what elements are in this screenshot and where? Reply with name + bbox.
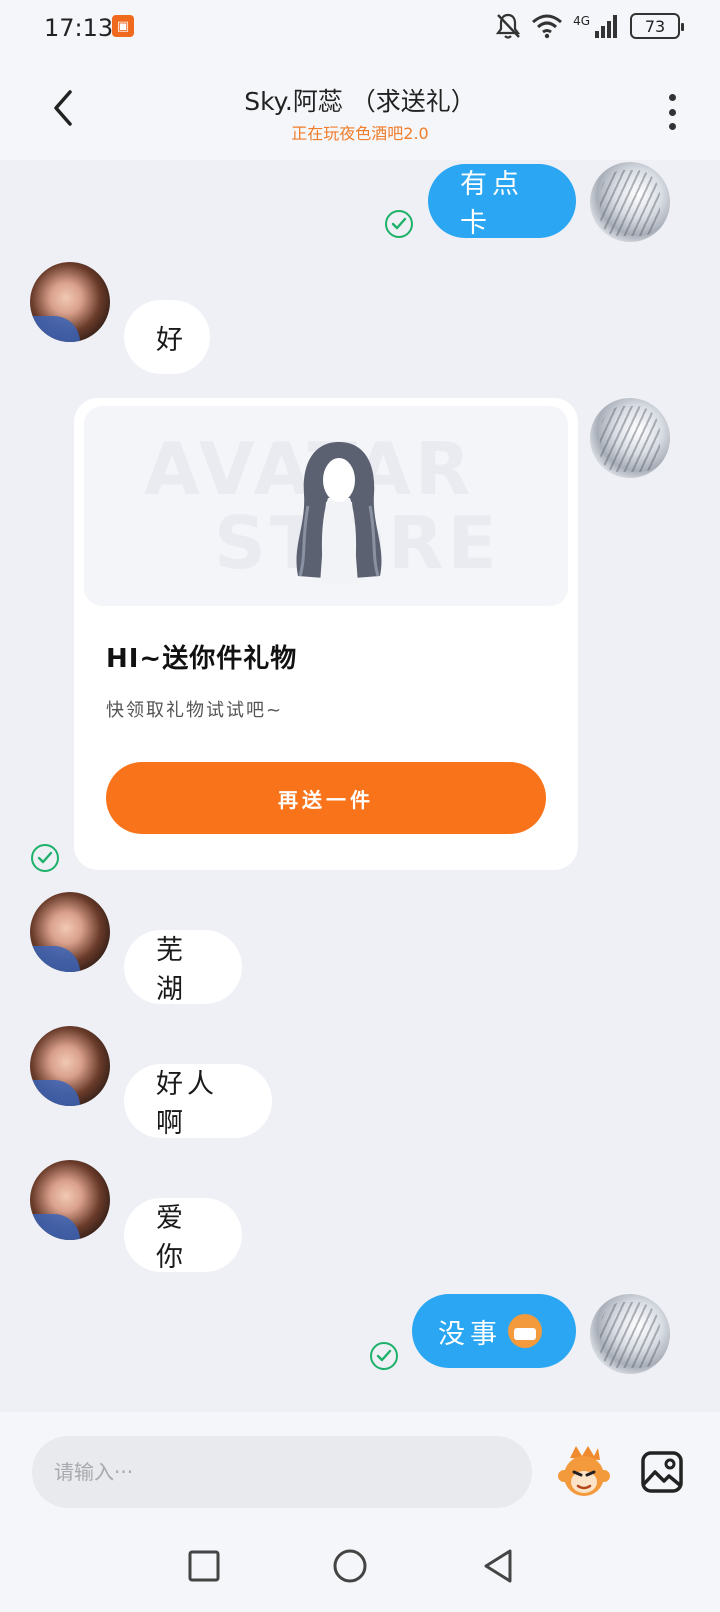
gift-image: AVATAR STORE xyxy=(84,406,568,606)
self-avatar[interactable] xyxy=(590,1294,670,1374)
message-bubble-incoming[interactable]: 芜湖 xyxy=(124,930,242,1005)
read-check-icon xyxy=(31,844,59,872)
recent-apps-button[interactable] xyxy=(184,1546,224,1586)
chat-title[interactable]: Sky.阿蕊 （求送礼） xyxy=(0,82,720,118)
gift-description: 快领取礼物试试吧~ xyxy=(106,700,284,721)
triangle-back-icon xyxy=(484,1549,512,1583)
gift-title: HI~送你件礼物 xyxy=(106,644,298,674)
read-check-icon xyxy=(385,210,413,238)
contact-avatar[interactable] xyxy=(30,892,110,972)
send-another-gift-button[interactable]: 再送一件 xyxy=(106,762,546,834)
message-text: 好 xyxy=(156,324,187,356)
more-options-button[interactable] xyxy=(662,94,682,130)
monkey-sticker-icon xyxy=(558,1446,610,1496)
message-text: 没事 xyxy=(438,1318,502,1350)
read-check-icon xyxy=(370,1342,398,1370)
message-list[interactable]: 有点卡 好 AVATAR STORE HI~送你件礼物 快领取礼物试试吧~ 再送… xyxy=(0,160,720,1412)
circle-icon xyxy=(333,1549,367,1583)
more-dot-icon xyxy=(668,94,676,101)
grin-face-icon xyxy=(508,1314,542,1348)
message-bubble-outgoing[interactable]: 没事 xyxy=(412,1294,576,1368)
chat-header: Sky.阿蕊 （求送礼） 正在玩夜色酒吧2.0 xyxy=(0,58,720,160)
system-nav-bar xyxy=(0,1522,720,1612)
gift-card[interactable]: AVATAR STORE HI~送你件礼物 快领取礼物试试吧~ 再送一件 xyxy=(74,398,578,870)
battery-level: 73 xyxy=(644,16,666,36)
chat-subtitle[interactable]: 正在玩夜色酒吧2.0 xyxy=(0,120,720,144)
signal-icon xyxy=(595,15,617,38)
battery-icon: 73 xyxy=(630,13,684,39)
home-button[interactable] xyxy=(330,1546,370,1586)
message-bubble-incoming[interactable]: 好人啊 xyxy=(124,1064,272,1139)
square-icon xyxy=(188,1550,220,1582)
more-dot-icon xyxy=(668,108,676,116)
image-picker-button[interactable] xyxy=(640,1450,684,1494)
status-bar: 17:13 ▣ 4G 73 xyxy=(0,0,720,58)
back-nav-button[interactable] xyxy=(478,1546,518,1586)
sticker-button[interactable] xyxy=(556,1444,612,1500)
message-text: 好人啊 xyxy=(156,1069,218,1139)
message-input[interactable] xyxy=(32,1436,532,1508)
message-text: 有点卡 xyxy=(460,169,524,239)
more-dot-icon xyxy=(668,123,676,130)
message-bubble-incoming[interactable]: 爱你 xyxy=(124,1198,242,1273)
bell-muted-icon xyxy=(495,13,521,39)
input-bar xyxy=(0,1412,720,1522)
contact-avatar[interactable] xyxy=(30,1026,110,1106)
message-text: 爱你 xyxy=(156,1203,187,1273)
self-avatar[interactable] xyxy=(590,162,670,242)
network-label: 4G xyxy=(573,14,590,28)
message-bubble-incoming[interactable]: 好 xyxy=(124,300,210,374)
image-icon xyxy=(641,1451,683,1493)
contact-avatar[interactable] xyxy=(30,262,110,342)
hairstyle-figure-icon xyxy=(296,442,382,584)
wifi-icon xyxy=(532,14,563,39)
self-avatar[interactable] xyxy=(590,398,670,478)
status-icons: 4G 73 xyxy=(495,12,684,40)
message-text: 芜湖 xyxy=(156,935,187,1005)
app-notification-icon: ▣ xyxy=(112,15,134,37)
contact-avatar[interactable] xyxy=(30,1160,110,1240)
status-time: 17:13 xyxy=(44,14,114,42)
message-bubble-outgoing[interactable]: 有点卡 xyxy=(428,164,576,239)
